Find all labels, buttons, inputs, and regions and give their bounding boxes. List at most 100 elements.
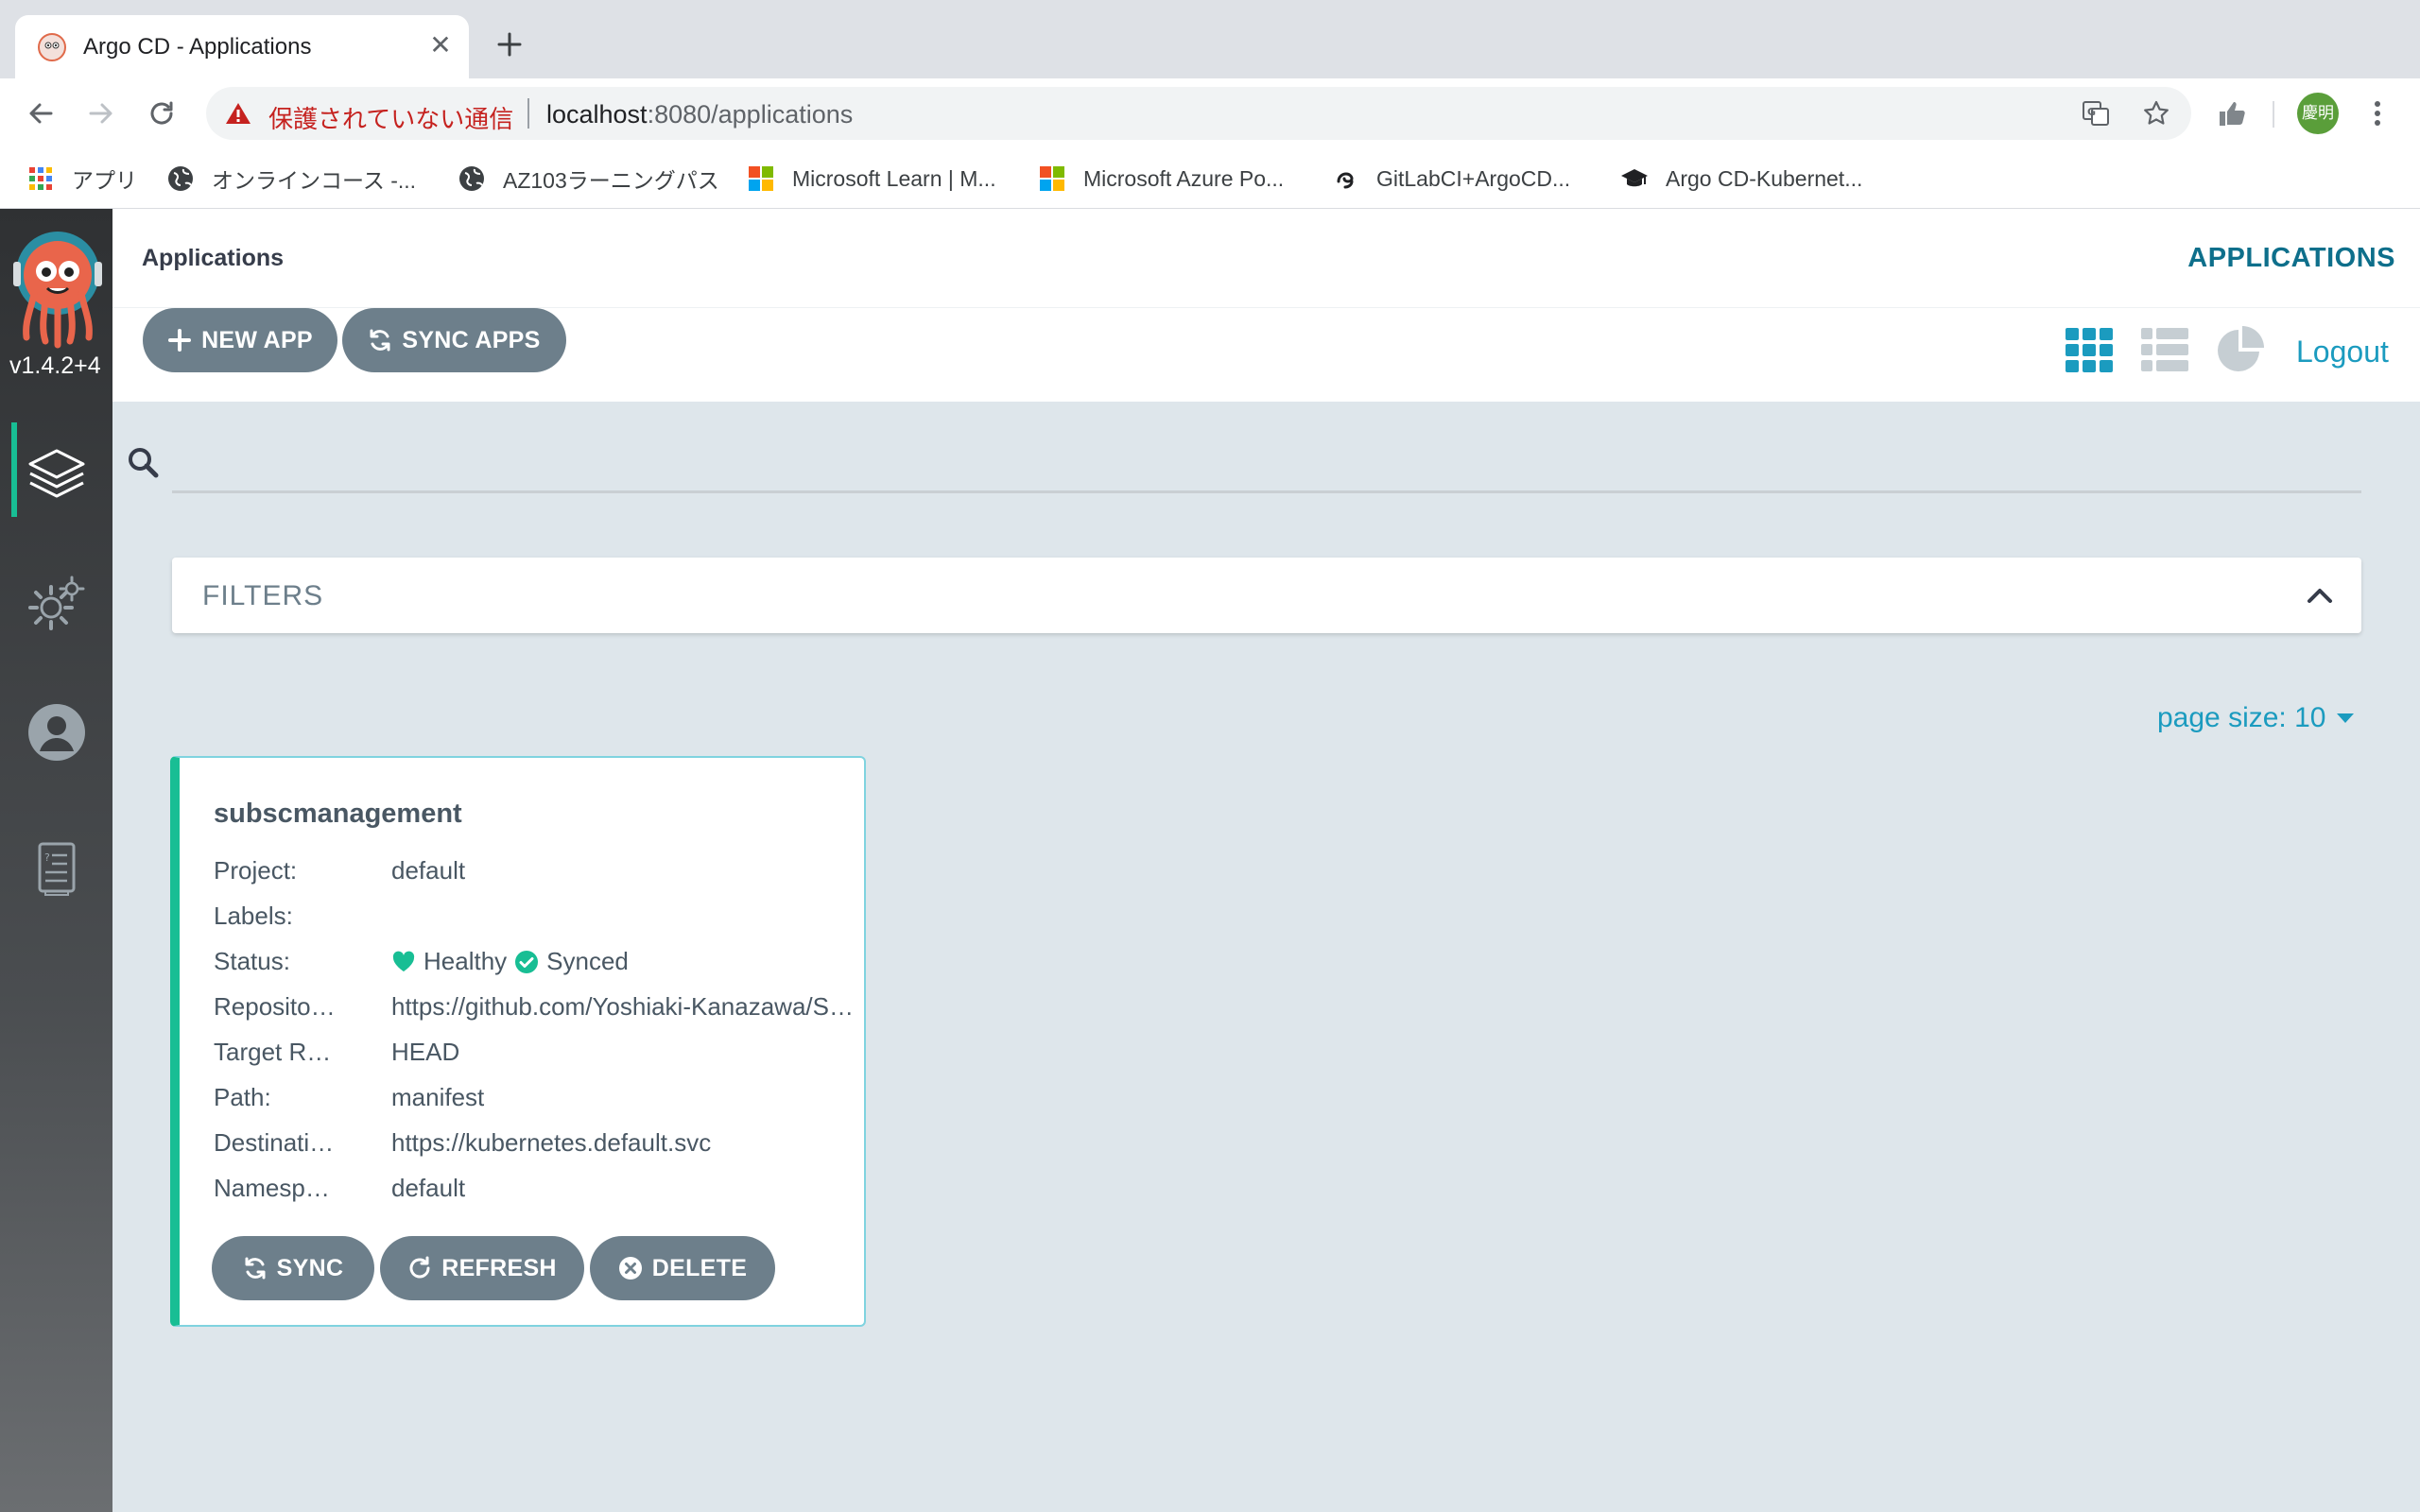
filters-label: FILTERS xyxy=(202,580,324,611)
row-value: HEAD xyxy=(391,1038,460,1066)
sync-icon xyxy=(245,1257,266,1280)
translate-icon[interactable]: G xyxy=(2082,99,2110,128)
row-key: Target Revision: xyxy=(214,1038,337,1066)
svg-text:?: ? xyxy=(44,851,50,864)
tab-close-icon[interactable]: ✕ xyxy=(425,30,456,60)
url-text[interactable]: localhost:8080/applications xyxy=(546,100,853,129)
chevron-up-icon[interactable] xyxy=(2305,580,2335,610)
browser-tab[interactable]: Argo CD - Applications ✕ xyxy=(15,15,469,78)
apps-grid-icon xyxy=(29,167,52,190)
refresh-button[interactable]: REFRESH xyxy=(380,1236,584,1300)
row-value: manifest xyxy=(391,1083,485,1111)
url-host: localhost xyxy=(546,100,648,129)
bookmark-online-course[interactable]: オンラインコース -... xyxy=(166,163,416,194)
bookmark-gitlabci-argocd[interactable]: GitLabCI+ArgoCD... xyxy=(1331,163,1570,194)
reload-icon[interactable] xyxy=(144,95,180,131)
delete-button[interactable]: DELETE xyxy=(590,1236,775,1300)
health-status: Healthy xyxy=(424,947,508,975)
row-key: Project: xyxy=(214,856,298,885)
sync-apps-button[interactable]: SYNC APPS xyxy=(342,308,566,372)
row-value: default xyxy=(391,856,466,885)
times-circle-icon xyxy=(618,1257,642,1280)
plus-icon xyxy=(168,329,192,352)
row-value: https://github.com/Yoshiaki-Kanazawa/Sub… xyxy=(391,992,860,1021)
forward-arrow-icon[interactable] xyxy=(83,95,119,131)
warning-icon xyxy=(226,103,251,124)
browser-toolbar: 保護されていない通信 localhost:8080/applications G… xyxy=(0,78,2420,148)
row-key: Status: xyxy=(214,947,290,975)
row-value: https://kubernetes.default.svc xyxy=(391,1128,712,1157)
globe-icon xyxy=(459,166,484,191)
sync-apps-label: SYNC APPS xyxy=(402,326,541,353)
app-name[interactable]: subscmanagement xyxy=(214,799,462,830)
sync-icon xyxy=(370,329,390,352)
bookmark-label: AZ103ラーニングパス xyxy=(503,168,719,193)
layers-icon xyxy=(28,449,85,498)
bookmark-label: Microsoft Learn | M... xyxy=(792,165,996,191)
search-underline xyxy=(172,490,2361,493)
list-view-icon[interactable] xyxy=(2139,324,2190,375)
sidebar-item-applications[interactable] xyxy=(0,422,112,517)
version-label: v1.4.2+4 xyxy=(9,352,101,379)
bookmark-star-icon[interactable] xyxy=(2142,99,2170,128)
tiles-view-icon[interactable] xyxy=(2064,324,2115,375)
graduation-cap-icon xyxy=(1621,169,1648,187)
row-key: Path: xyxy=(214,1083,271,1111)
docs-icon: ? xyxy=(38,842,76,896)
bookmark-microsoft-learn[interactable]: Microsoft Learn | M... xyxy=(747,163,996,194)
row-value: default xyxy=(391,1174,466,1202)
pie-chart-view-icon[interactable] xyxy=(2215,324,2266,375)
heart-icon xyxy=(392,951,415,971)
gears-icon xyxy=(28,576,85,630)
sync-label: SYNC xyxy=(276,1254,344,1281)
thumbs-up-extension-icon[interactable] xyxy=(2214,95,2250,131)
url-separator xyxy=(527,98,529,129)
bookmark-azure-portal[interactable]: Microsoft Azure Po... xyxy=(1038,163,1284,194)
bookmark-label: GitLabCI+ArgoCD... xyxy=(1376,165,1571,191)
sidebar: v1.4.2+4 ? xyxy=(0,209,112,1512)
row-key: Destination: xyxy=(214,1128,337,1157)
refresh-icon xyxy=(409,1256,430,1279)
argo-logo-icon[interactable] xyxy=(13,228,102,349)
bookmark-label: オンラインコース -... xyxy=(212,168,417,193)
search-icon xyxy=(129,448,159,478)
logout-link[interactable]: Logout xyxy=(2296,335,2389,369)
globe-icon xyxy=(168,166,193,191)
check-circle-icon xyxy=(515,950,539,973)
bookmark-argocd-kubernetes[interactable]: Argo CD-Kubernet... xyxy=(1620,163,1862,194)
page-size-dropdown[interactable]: page size: 10 xyxy=(2157,702,2356,734)
caret-down-icon xyxy=(2337,713,2355,723)
delete-label: DELETE xyxy=(651,1254,748,1281)
back-arrow-icon[interactable] xyxy=(23,95,59,131)
status-value: Healthy Synced xyxy=(391,947,860,976)
new-app-button[interactable]: NEW APP xyxy=(143,308,337,372)
page-title: APPLICATIONS xyxy=(2187,243,2395,273)
profile-avatar[interactable]: 慶明 xyxy=(2297,93,2339,134)
user-circle-icon xyxy=(28,704,85,761)
row-key: Labels: xyxy=(214,902,293,930)
microsoft-icon xyxy=(1040,166,1064,191)
new-app-label: NEW APP xyxy=(201,326,313,353)
argo-favicon-icon xyxy=(38,33,66,61)
row-key: Repository: xyxy=(214,992,337,1021)
application-card[interactable]: subscmanagement Project: default Labels:… xyxy=(170,756,866,1327)
sidebar-item-settings[interactable] xyxy=(0,553,112,647)
filters-panel[interactable]: FILTERS xyxy=(172,558,2361,633)
bookmark-apps[interactable]: アプリ xyxy=(26,163,137,194)
search-input[interactable] xyxy=(172,437,2361,490)
kebab-menu-icon[interactable] xyxy=(2360,95,2395,131)
new-tab-icon[interactable] xyxy=(493,28,526,60)
sidebar-item-docs[interactable]: ? xyxy=(0,817,112,912)
breadcrumb: Applications xyxy=(142,245,285,271)
site-icon xyxy=(1337,172,1354,189)
bookmark-az103[interactable]: AZ103ラーニングパス xyxy=(458,163,719,194)
page-size-label: page size: 10 xyxy=(2157,702,2326,733)
browser-tab-strip: Argo CD - Applications ✕ xyxy=(0,0,2420,78)
sync-status: Synced xyxy=(546,947,629,975)
sync-button[interactable]: SYNC xyxy=(212,1236,374,1300)
sidebar-item-user-info[interactable] xyxy=(0,681,112,776)
microsoft-icon xyxy=(749,166,773,191)
address-bar[interactable]: 保護されていない通信 localhost:8080/applications G xyxy=(206,87,2191,140)
tab-title: Argo CD - Applications xyxy=(83,34,312,60)
url-path: :8080/applications xyxy=(647,100,854,129)
